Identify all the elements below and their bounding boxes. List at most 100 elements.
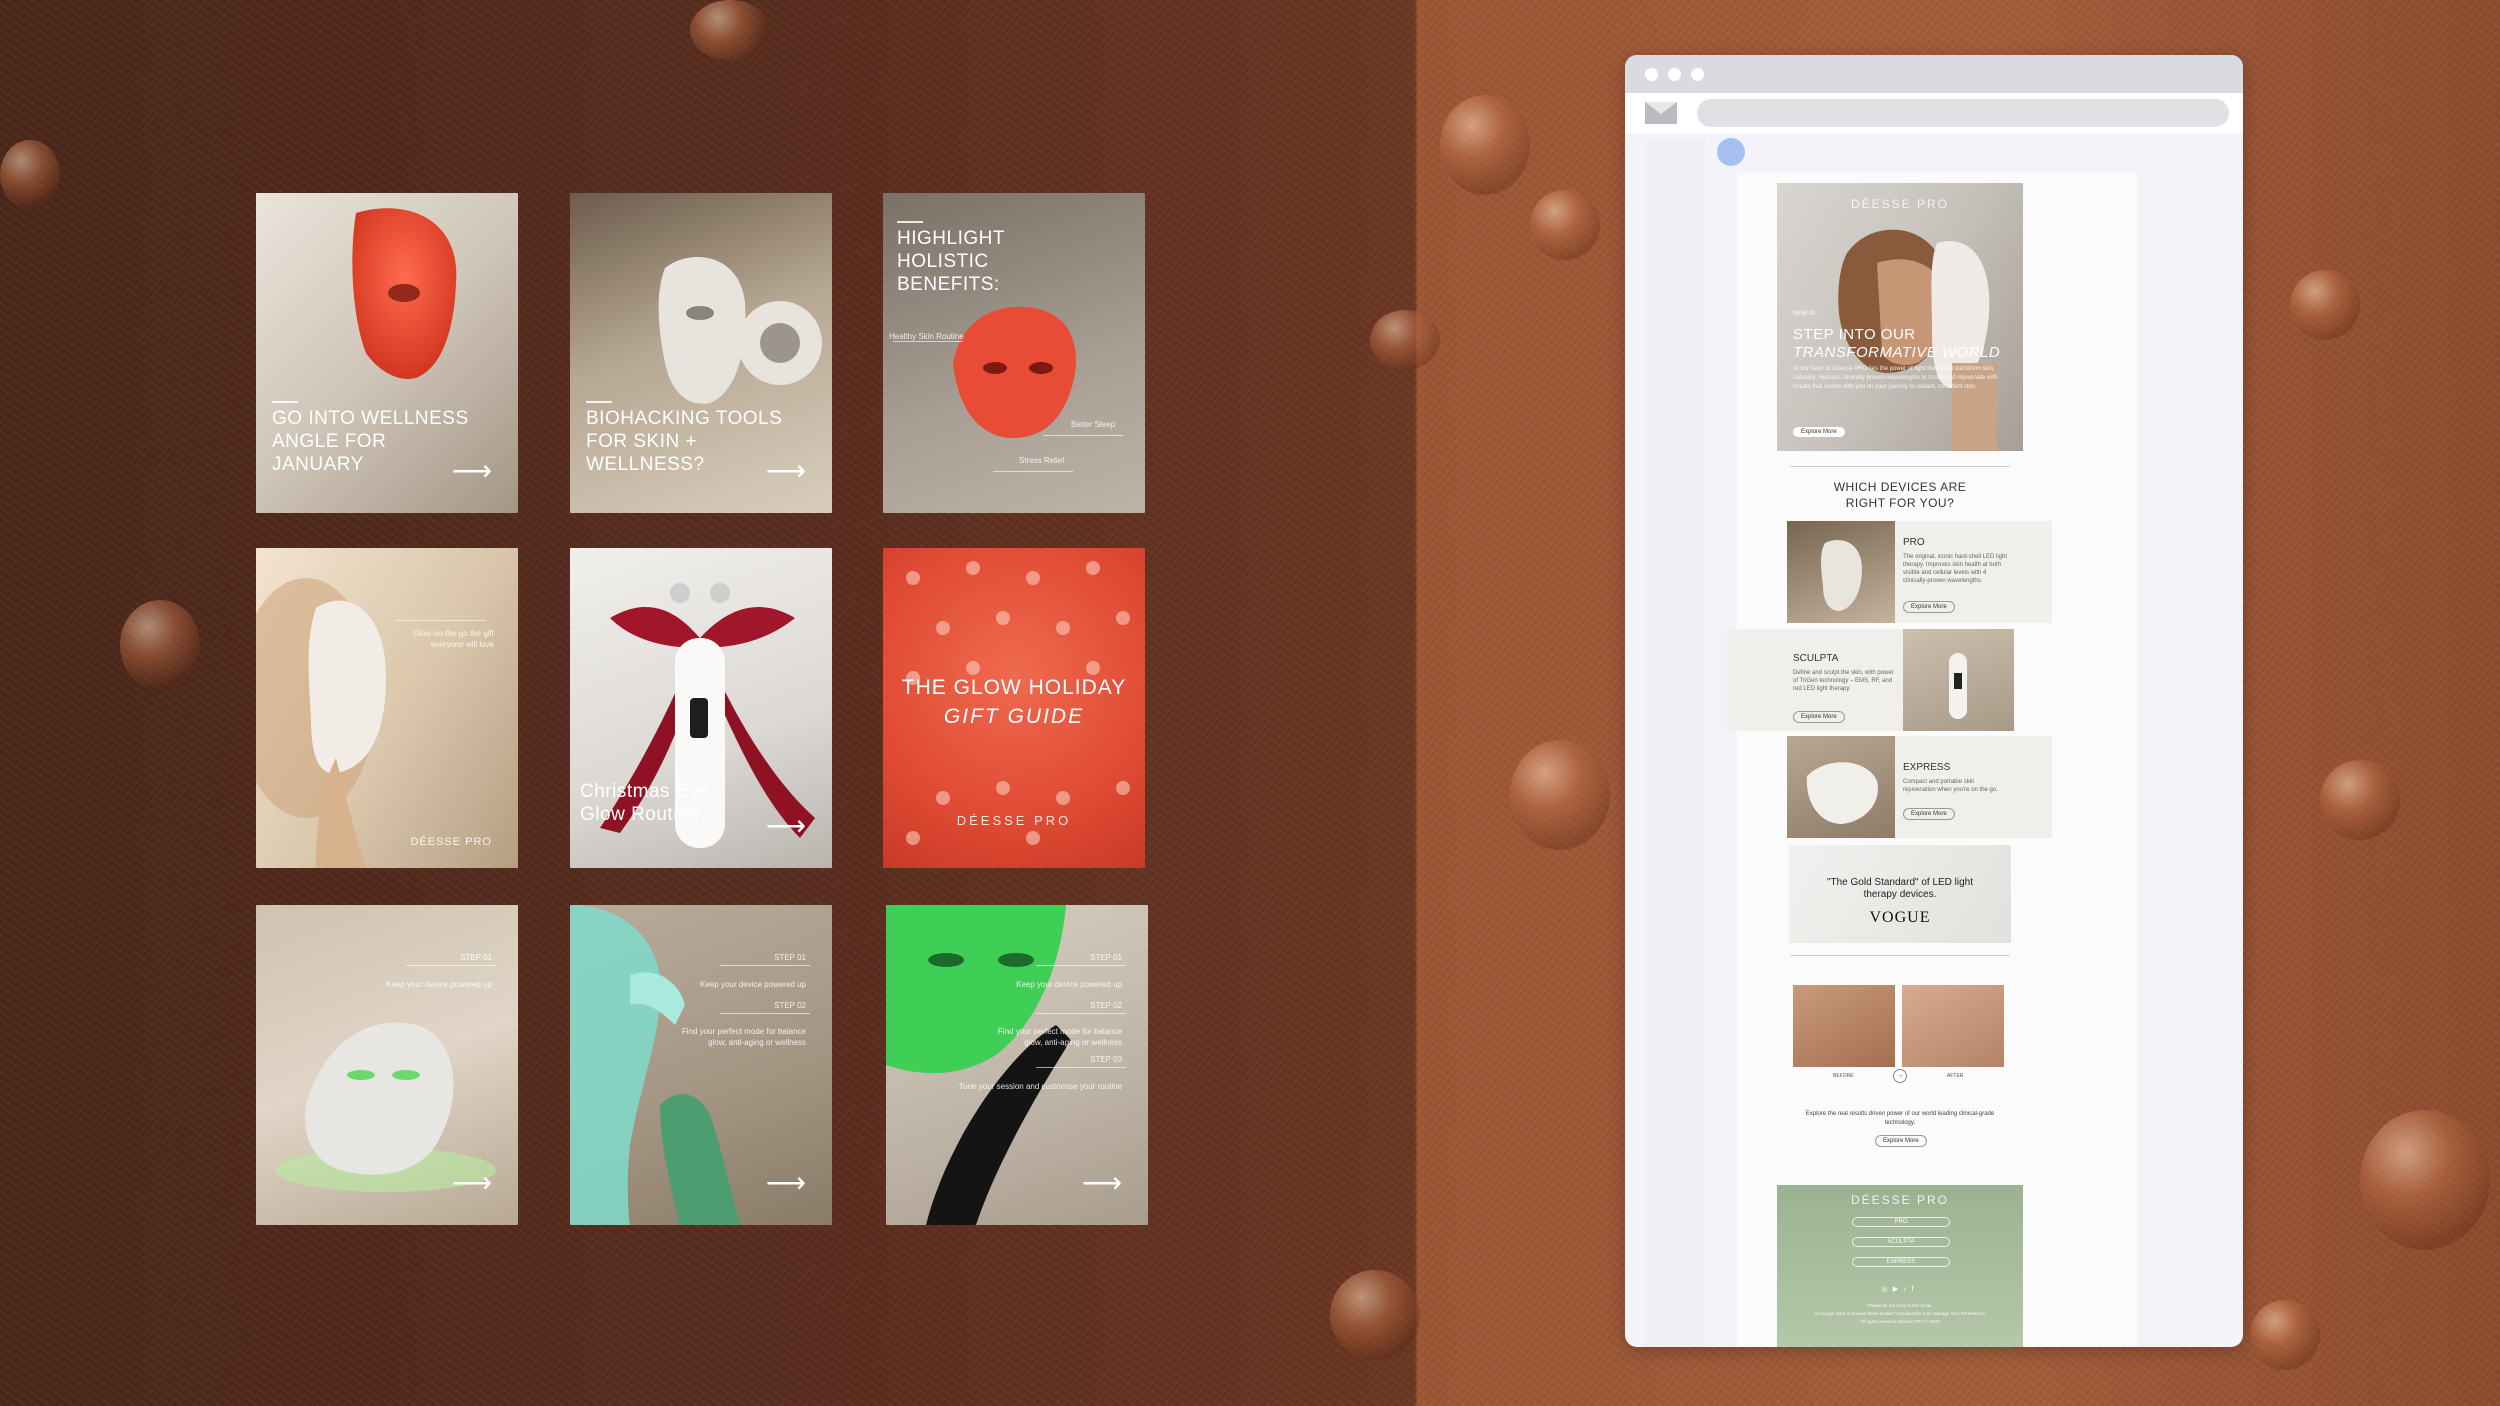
- address-bar[interactable]: [1697, 99, 2229, 127]
- footer-link-sculpta[interactable]: SCULPTA: [1852, 1237, 1950, 1247]
- footer-brand-logo: DÉESSE PRO: [1850, 1193, 1950, 1207]
- device-name: PRO: [1903, 537, 1925, 548]
- window-control-dot[interactable]: [1645, 67, 1658, 81]
- water-droplet: [1330, 1270, 1420, 1360]
- devices-heading-line2: RIGHT FOR YOU?: [1845, 496, 1955, 510]
- device-description: Define and sculpt the skin, with power o…: [1793, 670, 1894, 692]
- woman-wearing-mask-image: [256, 578, 386, 868]
- device-row-pro: PRO The original, iconic hard-shell LED …: [1787, 521, 2052, 623]
- step-label: STEP 01: [774, 953, 806, 962]
- footer-small-text: No longer want to receive these emails? …: [1815, 1311, 1985, 1316]
- step-label: STEP 01: [1090, 953, 1122, 962]
- arrow-right-icon[interactable]: ⟶: [766, 812, 806, 840]
- arrow-right-icon[interactable]: ⟶: [1082, 1169, 1122, 1197]
- express-device-image: [1787, 736, 1895, 838]
- vogue-quote-block: "The Gold Standard" of LED light therapy…: [1789, 845, 2011, 943]
- hero-title-line2: TRANSFORMATIVE WORLD: [1793, 344, 2001, 361]
- device-explore-button[interactable]: Explore More: [1903, 808, 1955, 820]
- device-row-express: EXPRESS Compact and portable skin rejuve…: [1787, 736, 2052, 838]
- brand-logo: DÉESSE PRO: [410, 836, 492, 848]
- social-card-holistic[interactable]: HIGHLIGHT HOLISTIC BENEFITS: Healthy Ski…: [883, 193, 1145, 513]
- step-label: STEP 03: [1090, 1055, 1122, 1064]
- social-card-gift-guide[interactable]: THE GLOW HOLIDAY GIFT GUIDE DÉESSE PRO: [883, 548, 1145, 868]
- card-title: BIOHACKING TOOLS FOR SKIN + WELLNESS?: [586, 408, 783, 475]
- benefit-label: Healthy Skin Routine: [889, 332, 964, 341]
- step-label: STEP 02: [774, 1001, 806, 1010]
- footer-link-pro[interactable]: PRO: [1852, 1217, 1950, 1227]
- email-brand-logo: DÉESSE PRO: [1850, 197, 1950, 211]
- email-footer: DÉESSE PRO PRO SCULPTA EXPRESS ◎▶♪f Plea…: [1777, 1185, 2023, 1347]
- card-title: GO INTO WELLNESS ANGLE FOR JANUARY: [272, 408, 469, 475]
- step-label: STEP 01: [460, 953, 492, 962]
- footer-small-text: All rights reserved Déesse PRO © 2025: [1860, 1319, 1940, 1324]
- step-text: Find your perfect mode for balance glow,…: [681, 1027, 806, 1047]
- mail-sidebar: [1645, 140, 1705, 1347]
- social-card-christmas-eve[interactable]: Christmas Eve Glow Routine ⟶: [570, 548, 832, 868]
- social-card-step-2[interactable]: STEP 01 Keep your device powered up STEP…: [570, 905, 832, 1225]
- social-card-wellness[interactable]: GO INTO WELLNESS ANGLE FOR JANUARY ⟶: [256, 193, 518, 513]
- device-row-sculpta: SCULPTA Define and sculpt the skin, with…: [1727, 629, 2014, 731]
- social-card-biohacking[interactable]: BIOHACKING TOOLS FOR SKIN + WELLNESS? ⟶: [570, 193, 832, 513]
- arrow-right-icon[interactable]: ⟶: [452, 1169, 492, 1197]
- social-card-step-3[interactable]: STEP 01 Keep your device powered up STEP…: [886, 905, 1148, 1225]
- devices-heading-line1: WHICH DEVICES ARE: [1833, 480, 1967, 494]
- social-card-glow-gift[interactable]: Glow on-the-go the gift everyone will lo…: [256, 548, 518, 868]
- before-after-block: BEFORE → AFTER: [1789, 985, 2011, 1103]
- water-droplet: [2320, 760, 2400, 840]
- water-droplet: [2250, 1300, 2320, 1370]
- quote-text: "The Gold Standard" of LED light therapy…: [1826, 877, 1974, 900]
- step-text: Keep your device powered up: [1016, 980, 1122, 989]
- water-droplet: [1440, 95, 1530, 195]
- arrow-right-icon[interactable]: ⟶: [766, 457, 806, 485]
- device-description: Compact and portable skin rejuvenation w…: [1903, 779, 1998, 793]
- brand-logo: DÉESSE PRO: [956, 813, 1072, 828]
- results-explore-button[interactable]: Explore More: [1875, 1135, 1927, 1147]
- arrow-right-icon[interactable]: ⟶: [766, 1169, 806, 1197]
- before-photo: [1793, 985, 1895, 1067]
- facebook-icon[interactable]: f: [1912, 1286, 1919, 1293]
- mail-icon[interactable]: [1645, 102, 1677, 124]
- step-text: Keep your device powered up: [700, 980, 806, 989]
- youtube-icon[interactable]: ▶: [1893, 1286, 1903, 1293]
- window-control-dot[interactable]: [1668, 67, 1681, 81]
- browser-address-row: [1625, 93, 2243, 133]
- card-caption: Glow on-the-go the gift everyone will lo…: [413, 629, 494, 649]
- browser-window: DÉESSE PRO NEW IN STEP INTO OUR TRANSFOR…: [1625, 55, 2243, 1347]
- social-icons: ◎▶♪f: [1777, 1285, 2023, 1293]
- woman-with-mask-image: [1838, 229, 1997, 451]
- hero-pretitle: NEW IN: [1793, 311, 1815, 317]
- footer-link-express[interactable]: EXPRESS: [1852, 1257, 1950, 1267]
- after-photo: [1902, 985, 2004, 1067]
- benefit-label: Better Sleep: [1071, 420, 1116, 429]
- step-text: Tune your session and customise your rou…: [958, 1082, 1122, 1091]
- instagram-icon[interactable]: ◎: [1882, 1286, 1893, 1293]
- hero-explore-button[interactable]: Explore More: [1793, 427, 1845, 437]
- device-explore-button[interactable]: Explore More: [1793, 711, 1845, 723]
- footer-small-text: Please do not reply to this email.: [1867, 1303, 1933, 1308]
- browser-titlebar: [1625, 55, 2243, 93]
- results-text: Explore the real results driven power of…: [1805, 1111, 1995, 1126]
- step-text: Find your perfect mode for balance glow,…: [997, 1027, 1122, 1047]
- water-droplet: [1530, 190, 1600, 260]
- tiktok-icon[interactable]: ♪: [1903, 1286, 1912, 1293]
- sculpta-device-image: [1903, 629, 2014, 731]
- device-name: EXPRESS: [1903, 762, 1951, 773]
- arrow-right-icon[interactable]: ⟶: [452, 457, 492, 485]
- window-control-dot[interactable]: [1691, 67, 1704, 81]
- water-droplet: [120, 600, 200, 690]
- gift-guide-title-line2: GIFT GUIDE: [943, 705, 1085, 728]
- social-card-step-1[interactable]: STEP 01 Keep your device powered up ⟶: [256, 905, 518, 1225]
- hero-title-line1: STEP INTO OUR: [1793, 326, 1916, 343]
- device-explore-button[interactable]: Explore More: [1903, 601, 1955, 613]
- card-title: Christmas Eve Glow Routine: [580, 781, 711, 825]
- email-hero: DÉESSE PRO NEW IN STEP INTO OUR TRANSFOR…: [1777, 183, 2023, 451]
- water-droplet: [2290, 270, 2360, 340]
- water-droplet: [690, 0, 770, 60]
- water-droplet: [1370, 310, 1440, 370]
- sender-avatar: [1717, 138, 1745, 166]
- before-label: BEFORE: [1833, 1073, 1854, 1079]
- water-droplet: [2360, 1110, 2490, 1250]
- device-description: The original, iconic hard-shell LED ligh…: [1903, 554, 2008, 584]
- pro-device-image: [1787, 521, 1895, 623]
- quote-source-logo: VOGUE: [1869, 909, 1931, 926]
